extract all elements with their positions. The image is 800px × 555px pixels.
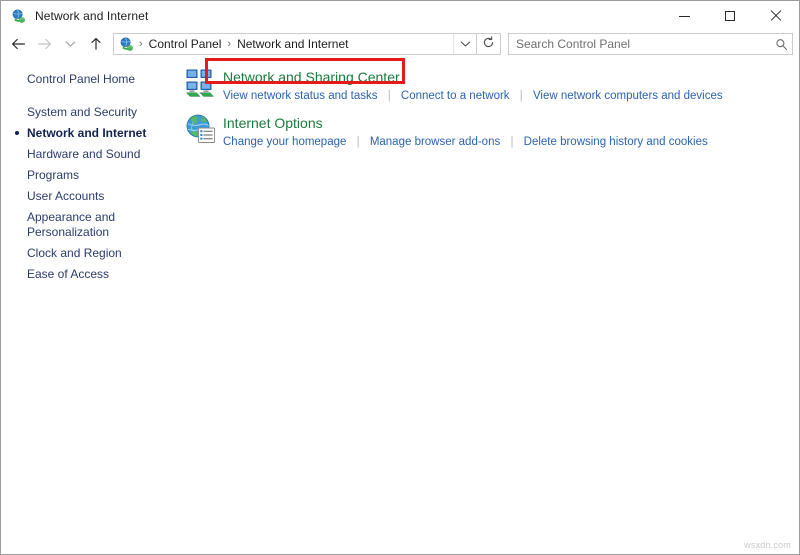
network-sharing-icon: [185, 67, 217, 99]
navigation-bar: › Control Panel › Network and Internet S…: [1, 31, 799, 57]
content-area: Control Panel Home System and Security N…: [1, 57, 799, 554]
network-globe-icon: [119, 36, 135, 52]
breadcrumb-item-control-panel[interactable]: Control Panel: [147, 37, 224, 51]
minimize-icon: [678, 15, 690, 17]
link-change-your-homepage[interactable]: Change your homepage: [223, 136, 346, 148]
search-box[interactable]: Search Control Panel: [508, 33, 793, 55]
breadcrumb-separator: ›: [139, 38, 143, 50]
sidebar: Control Panel Home System and Security N…: [1, 57, 181, 554]
link-delete-browsing-history-and-cookies[interactable]: Delete browsing history and cookies: [524, 136, 708, 148]
back-button[interactable]: [5, 32, 31, 56]
link-divider: |: [510, 136, 514, 148]
sidebar-item-user-accounts[interactable]: User Accounts: [1, 186, 181, 207]
category-network-and-sharing-center: Network and Sharing Center View network …: [185, 58, 785, 104]
sidebar-item-control-panel-home[interactable]: Control Panel Home: [1, 69, 181, 90]
watermark: wsxdn.com: [744, 540, 791, 550]
category-title-network-and-sharing-center[interactable]: Network and Sharing Center: [223, 68, 400, 87]
sidebar-item-label: Control Panel Home: [27, 72, 136, 86]
refresh-button[interactable]: [477, 33, 501, 55]
sidebar-item-label: Hardware and Sound: [27, 147, 141, 161]
close-button[interactable]: [753, 1, 799, 31]
sidebar-item-network-and-internet[interactable]: Network and Internet: [1, 123, 181, 144]
category-body: Network and Sharing Center View network …: [223, 67, 723, 104]
sidebar-item-label: Network and Internet: [27, 126, 147, 140]
sidebar-item-label: Ease of Access: [27, 267, 110, 281]
link-connect-to-a-network[interactable]: Connect to a network: [401, 90, 510, 102]
internet-options-globe-icon: [185, 113, 217, 145]
sidebar-item-label: Clock and Region: [27, 246, 122, 260]
category-body: Internet Options Change your homepage | …: [223, 113, 708, 150]
sidebar-item-ease-of-access[interactable]: Ease of Access: [1, 264, 181, 285]
close-icon: [770, 10, 782, 22]
recent-locations-button[interactable]: [57, 32, 83, 56]
sidebar-item-programs[interactable]: Programs: [1, 165, 181, 186]
link-divider: |: [356, 136, 360, 148]
link-manage-browser-add-ons[interactable]: Manage browser add-ons: [370, 136, 500, 148]
chevron-down-icon[interactable]: [453, 34, 476, 54]
category-links: Change your homepage | Manage browser ad…: [223, 135, 708, 150]
link-view-network-status-and-tasks[interactable]: View network status and tasks: [223, 90, 377, 102]
refresh-icon: [482, 36, 495, 52]
title-bar: Network and Internet: [1, 1, 799, 31]
link-divider: |: [519, 90, 523, 102]
sidebar-item-hardware-and-sound[interactable]: Hardware and Sound: [1, 144, 181, 165]
link-divider: |: [387, 90, 391, 102]
category-list: Network and Sharing Center View network …: [181, 57, 799, 554]
category-links: View network status and tasks | Connect …: [223, 89, 723, 104]
window-controls: [661, 1, 799, 31]
control-panel-window: Network and Internet › Control Panel › N…: [0, 0, 800, 555]
sidebar-item-label: Programs: [27, 168, 80, 182]
window-title: Network and Internet: [35, 9, 149, 23]
minimize-button[interactable]: [661, 1, 707, 31]
category-title-internet-options[interactable]: Internet Options: [223, 114, 323, 133]
address-bar[interactable]: › Control Panel › Network and Internet: [113, 33, 477, 55]
sidebar-item-system-and-security[interactable]: System and Security: [1, 102, 181, 123]
forward-button[interactable]: [31, 32, 57, 56]
sidebar-item-appearance-and-personalization[interactable]: Appearance and Personalization: [1, 207, 181, 243]
link-view-network-computers-and-devices[interactable]: View network computers and devices: [533, 90, 723, 102]
up-level-button[interactable]: [83, 32, 109, 56]
category-internet-options: Internet Options Change your homepage | …: [185, 113, 785, 150]
search-icon[interactable]: [770, 34, 792, 54]
sidebar-item-clock-and-region[interactable]: Clock and Region: [1, 243, 181, 264]
sidebar-item-label: User Accounts: [27, 189, 105, 203]
sidebar-item-label: System and Security: [27, 105, 138, 119]
network-globe-icon: [11, 8, 27, 24]
maximize-icon: [725, 11, 735, 21]
breadcrumb-item-network-and-internet[interactable]: Network and Internet: [235, 37, 350, 51]
breadcrumb-separator: ›: [227, 38, 232, 50]
sidebar-item-label: Appearance and Personalization: [27, 210, 116, 239]
maximize-button[interactable]: [707, 1, 753, 31]
search-input[interactable]: Search Control Panel: [509, 37, 770, 51]
